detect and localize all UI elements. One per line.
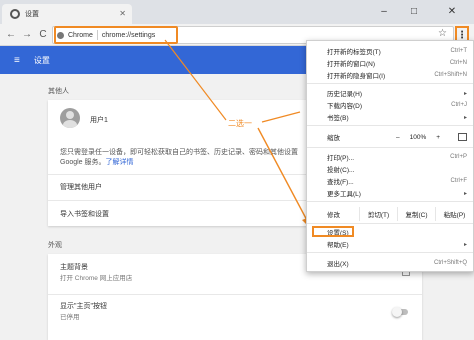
menu-history[interactable]: 历史记录(H) ▸ (307, 87, 473, 99)
tab-close-icon[interactable]: ✕ (119, 9, 126, 18)
zoom-control: – 100% + (391, 134, 445, 141)
menu-print[interactable]: 打印(P)... Ctrl+P (307, 151, 473, 163)
maximize-button[interactable]: □ (402, 0, 426, 22)
menu-zoom-row: 缩放 – 100% + (307, 129, 473, 145)
minimize-button[interactable]: – (372, 0, 396, 22)
menu-divider (307, 125, 473, 126)
title-bar: 设置 ✕ – □ ✕ (0, 0, 474, 24)
address-highlight-box (54, 26, 178, 44)
edit-label: 修改 (327, 212, 340, 219)
theme-sublabel: 打开 Chrome 网上应用店 (60, 275, 133, 282)
home-button-toggle[interactable] (392, 307, 408, 317)
zoom-out-button[interactable]: – (396, 134, 400, 141)
cut-button[interactable]: 剪切(T) (359, 207, 397, 221)
copy-button[interactable]: 复制(C) (397, 207, 435, 221)
appearance-section-label: 外观 (48, 242, 62, 249)
menu-divider (307, 201, 473, 202)
menu-divider (307, 223, 473, 224)
signin-description: 您只需登录任一设备，即可轻松获取自己的书签、历史记录、密码和其他设置 Googl… (60, 148, 320, 168)
hamburger-menu-icon[interactable]: ≡ (14, 55, 20, 66)
tab-title: 设置 (25, 11, 39, 18)
home-button-label: 显示"主页"按钮 (60, 303, 107, 310)
menu-edit-row: 修改 剪切(T) 复制(C) 粘贴(P) (307, 207, 473, 221)
gear-icon (10, 9, 20, 19)
menu-bookmarks[interactable]: 书签(B) ▸ (307, 111, 473, 123)
menu-divider (307, 252, 473, 253)
forward-button[interactable]: → (20, 27, 34, 41)
signin-desc-line1: 您只需登录任一设备，即可轻松获取自己的书签、历史记录、密码和其他设置 (60, 149, 298, 156)
menu-new-incognito[interactable]: 打开新的隐身窗口(I) Ctrl+Shift+N (307, 69, 473, 81)
import-bookmarks-label: 导入书签和设置 (60, 210, 109, 218)
zoom-label: 缩放 (327, 135, 340, 142)
home-button-row[interactable]: 显示"主页"按钮 已停用 (48, 294, 422, 330)
avatar (60, 108, 80, 128)
settings-highlight-box (312, 226, 354, 237)
bookmark-star-icon[interactable]: ☆ (438, 28, 447, 39)
home-button-sublabel: 已停用 (60, 314, 80, 321)
menu-more-tools[interactable]: 更多工具(L) ▸ (307, 187, 473, 199)
zoom-value: 100% (409, 133, 427, 141)
paste-button[interactable]: 粘贴(P) (435, 207, 473, 221)
chrome-menu: 打开新的标签页(T) Ctrl+T 打开新的窗口(N) Ctrl+N 打开新的隐身窗… (306, 40, 474, 272)
learn-more-link[interactable]: 了解详情 (106, 159, 134, 166)
page-title: 设置 (33, 55, 50, 65)
menu-new-tab[interactable]: 打开新的标签页(T) Ctrl+T (307, 45, 473, 57)
back-button[interactable]: ← (4, 27, 18, 41)
menu-divider (307, 147, 473, 148)
people-section-label: 其他人 (48, 88, 69, 95)
tab-settings[interactable]: 设置 ✕ (2, 4, 132, 24)
menu-help[interactable]: 帮助(E) ▸ (307, 238, 473, 250)
menu-new-window[interactable]: 打开新的窗口(N) Ctrl+N (307, 57, 473, 69)
menu-downloads[interactable]: 下载内容(D) Ctrl+J (307, 99, 473, 111)
menu-find[interactable]: 查找(F)... Ctrl+F (307, 175, 473, 187)
fullscreen-icon[interactable] (458, 133, 467, 141)
new-tab-button[interactable] (132, 6, 152, 20)
menu-divider (307, 83, 473, 84)
reload-button[interactable]: C (36, 27, 50, 41)
manage-users-label: 管理其他用户 (60, 183, 102, 191)
menu-cast[interactable]: 投射(C)... (307, 163, 473, 175)
signin-desc-line2: Google 服务。 (60, 159, 106, 166)
user-name: 用户1 (90, 117, 108, 124)
annotation-text: 二选一 (228, 119, 252, 128)
menu-exit[interactable]: 退出(X) Ctrl+Shift+Q (307, 257, 473, 269)
close-window-button[interactable]: ✕ (440, 0, 464, 22)
zoom-in-button[interactable]: + (436, 134, 440, 141)
